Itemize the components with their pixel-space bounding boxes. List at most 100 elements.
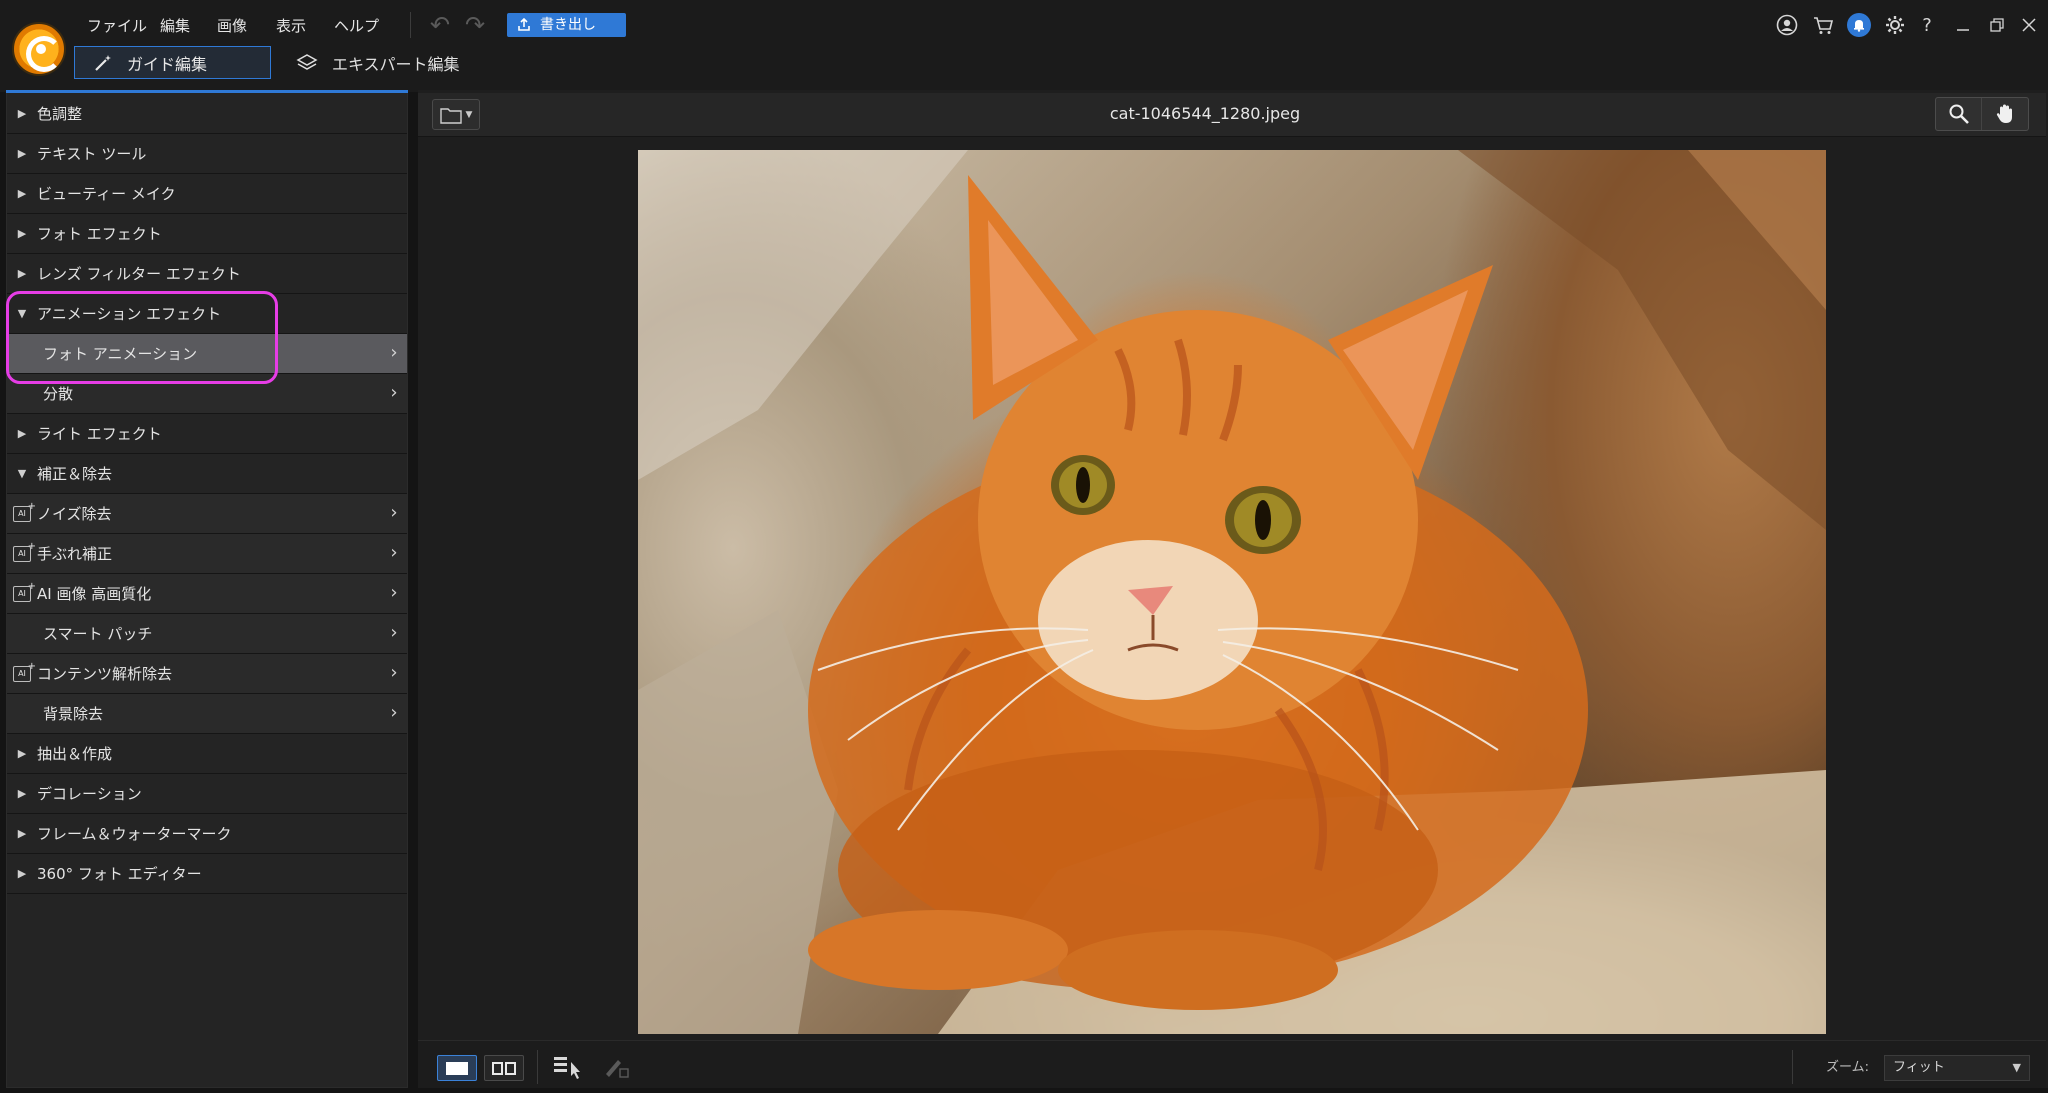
tab-guide-edit[interactable]: ガイド編集 — [74, 46, 271, 79]
folder-icon — [439, 107, 462, 124]
photo-canvas[interactable] — [638, 150, 1826, 1034]
list-cursor-icon — [554, 1057, 580, 1079]
sidebar-item-beauty-makeup[interactable]: ▶ ビューティー メイク — [7, 174, 407, 214]
menu-view[interactable]: 表示 — [276, 15, 306, 37]
compare-view-button[interactable] — [484, 1055, 524, 1081]
sidebar-item-label: 360° フォト エディター — [37, 865, 202, 883]
expand-arrow-icon: ▶ — [17, 107, 27, 120]
sidebar-item-label: AI 画像 高画質化 — [37, 585, 152, 603]
ai-badge-icon: AI — [13, 580, 36, 602]
layout-menu-button[interactable] — [552, 1054, 582, 1080]
sidebar-item-label: ノイズ除去 — [37, 505, 112, 523]
redo-icon[interactable]: ↷ — [460, 12, 490, 38]
sidebar-item-frame-watermark[interactable]: ▶ フレーム＆ウォーターマーク — [7, 814, 407, 854]
cart-icon[interactable] — [1810, 12, 1836, 38]
chevron-right-icon: › — [390, 502, 398, 523]
chevron-down-icon: ▼ — [2012, 1061, 2021, 1074]
restore-icon[interactable] — [1984, 12, 2010, 38]
chevron-right-icon: › — [390, 542, 398, 563]
sidebar-item-correction-removal[interactable]: ▼ 補正＆除去 — [7, 454, 407, 494]
chevron-right-icon: › — [390, 702, 398, 723]
panel-accent-line — [6, 90, 408, 93]
view-tools — [1935, 97, 2029, 131]
app-logo — [12, 22, 66, 76]
expand-arrow-icon: ▶ — [17, 147, 27, 160]
sidebar-item-color-adjust[interactable]: ▶ 色調整 — [7, 94, 407, 134]
help-icon[interactable]: ? — [1914, 12, 1940, 38]
sidebar-item-label: フレーム＆ウォーターマーク — [37, 825, 232, 843]
expand-arrow-icon: ▶ — [17, 747, 27, 760]
single-view-icon — [446, 1061, 468, 1075]
dropdown-arrow-icon: ▼ — [465, 109, 473, 120]
chevron-right-icon: › — [390, 382, 398, 403]
compare-view-icon — [492, 1061, 503, 1075]
menu-file[interactable]: ファイル — [87, 15, 147, 37]
sidebar-item-label: 補正＆除去 — [37, 465, 113, 483]
cat-photo — [638, 150, 1826, 1034]
zoom-value: フィット — [1893, 1060, 1945, 1075]
sidebar-item-deblur[interactable]: AI 手ぶれ補正 › — [7, 534, 407, 574]
settings-gear-icon[interactable] — [1882, 12, 1908, 38]
sidebar-item-label: レンズ フィルター エフェクト — [37, 265, 241, 283]
sidebar-item-label: スマート パッチ — [43, 625, 153, 643]
sidebar-item-background-removal[interactable]: 背景除去 › — [7, 694, 407, 734]
sidebar-item-light-effects[interactable]: ▶ ライト エフェクト — [7, 414, 407, 454]
open-folder-button[interactable]: ▼ — [432, 99, 480, 130]
account-icon[interactable] — [1774, 12, 1800, 38]
chevron-right-icon: › — [390, 582, 398, 603]
sidebar-item-text-tools[interactable]: ▶ テキスト ツール — [7, 134, 407, 174]
sidebar-item-content-aware-removal[interactable]: AI コンテンツ解析除去 › — [7, 654, 407, 694]
sidebar-item-360-photo-editor[interactable]: ▶ 360° フォト エディター — [7, 854, 407, 894]
expand-arrow-icon: ▶ — [17, 787, 27, 800]
sidebar-item-label: 手ぶれ補正 — [37, 545, 113, 563]
sidebar-item-noise-removal[interactable]: AI ノイズ除去 › — [7, 494, 407, 534]
export-label: 書き出し — [540, 17, 596, 33]
expand-arrow-icon: ▶ — [17, 227, 27, 240]
sidebar-item-photo-effects[interactable]: ▶ フォト エフェクト — [7, 214, 407, 254]
ai-badge-icon: AI — [13, 540, 36, 562]
sidebar-item-extract-create[interactable]: ▶ 抽出＆作成 — [7, 734, 407, 774]
menu-help[interactable]: ヘルプ — [334, 15, 379, 37]
close-icon[interactable] — [2016, 12, 2042, 38]
expand-arrow-icon: ▶ — [17, 827, 27, 840]
notification-bell-icon[interactable] — [1847, 13, 1871, 37]
collapse-arrow-icon: ▼ — [17, 467, 27, 480]
undo-icon[interactable]: ↶ — [425, 12, 455, 38]
zoom-tool-button[interactable] — [1936, 98, 1982, 130]
magic-wand-icon — [95, 54, 111, 71]
chevron-right-icon: › — [390, 622, 398, 643]
tab-expert-edit-label: エキスパート編集 — [332, 54, 460, 74]
sidebar-item-label: 分散 — [43, 385, 74, 403]
export-icon — [518, 18, 530, 31]
sidebar-item-label: フォト エフェクト — [37, 225, 162, 243]
sidebar-item-label: 抽出＆作成 — [37, 745, 113, 763]
tab-expert-edit[interactable]: エキスパート編集 — [296, 46, 486, 79]
zoom-label: ズーム: — [1826, 1060, 1869, 1075]
menu-divider — [410, 12, 411, 38]
expand-arrow-icon: ▶ — [17, 267, 27, 280]
ai-badge-icon: AI — [13, 500, 36, 522]
sidebar-item-smart-patch[interactable]: スマート パッチ › — [7, 614, 407, 654]
brush-icon — [606, 1060, 629, 1078]
sidebar-item-label: テキスト ツール — [37, 145, 147, 163]
expand-arrow-icon: ▶ — [17, 427, 27, 440]
single-view-button[interactable] — [437, 1055, 477, 1081]
ai-badge-icon: AI — [13, 660, 36, 682]
bottom-toolbar — [418, 1040, 2046, 1088]
bottom-divider — [1792, 1050, 1793, 1084]
tab-guide-edit-label: ガイド編集 — [127, 54, 208, 74]
sidebar-item-label: 色調整 — [37, 105, 83, 123]
chevron-right-icon: › — [390, 662, 398, 683]
chevron-right-icon: › — [390, 342, 398, 363]
export-button[interactable]: 書き出し — [507, 13, 626, 37]
menu-edit[interactable]: 編集 — [160, 15, 190, 37]
pan-tool-button[interactable] — [1982, 98, 2028, 130]
sidebar-item-lens-filter-effects[interactable]: ▶ レンズ フィルター エフェクト — [7, 254, 407, 294]
sidebar-item-label: ライト エフェクト — [37, 425, 162, 443]
minimize-icon[interactable] — [1950, 12, 1976, 38]
zoom-select[interactable]: フィット ▼ — [1884, 1055, 2030, 1081]
sidebar-item-ai-upscale[interactable]: AI AI 画像 高画質化 › — [7, 574, 407, 614]
sidebar-item-decoration[interactable]: ▶ デコレーション — [7, 774, 407, 814]
menu-image[interactable]: 画像 — [217, 15, 247, 37]
annotation-highlight-box — [6, 291, 278, 384]
